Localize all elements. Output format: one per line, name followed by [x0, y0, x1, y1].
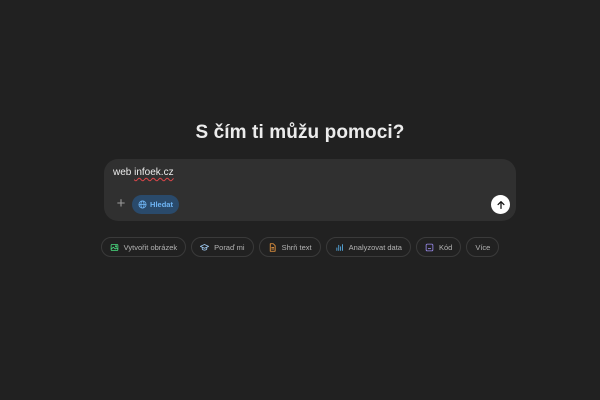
graduation-cap-icon	[200, 243, 210, 251]
send-button[interactable]	[491, 195, 510, 214]
code-icon	[425, 243, 434, 251]
chip-create-image[interactable]: Vytvořit obrázek	[100, 237, 187, 257]
chip-label: Kód	[438, 242, 453, 252]
document-icon	[269, 242, 276, 252]
suggestion-chips: Vytvořit obrázek Poraď mi Shrň text Anal…	[0, 237, 600, 257]
prompt-input-prefix: web	[113, 167, 135, 178]
prompt-input-misspelled-word: infoek.cz	[134, 167, 174, 178]
chip-more[interactable]: Více	[466, 237, 500, 257]
search-web-button[interactable]: Hledat	[132, 195, 179, 214]
chip-label: Shrň text	[281, 242, 312, 252]
prompt-input[interactable]: web infoek.cz	[113, 167, 174, 178]
chip-advise[interactable]: Poraď mi	[191, 237, 254, 257]
chip-analyze-data[interactable]: Analyzovat data	[325, 237, 411, 257]
image-icon	[110, 243, 118, 251]
chip-label: Poraď mi	[214, 242, 245, 252]
app-page: S čím ti můžu pomoci? web infoek.cz + Hl…	[0, 0, 600, 400]
search-web-label: Hledat	[150, 200, 173, 209]
prompt-composer[interactable]: web infoek.cz + Hledat	[104, 159, 516, 221]
chip-label: Vytvořit obrázek	[123, 242, 178, 252]
chip-label: Analyzovat data	[348, 242, 402, 252]
add-attachment-button[interactable]: +	[114, 195, 128, 212]
page-title: S čím ti můžu pomoci?	[195, 122, 405, 143]
plus-icon: +	[116, 195, 126, 212]
chip-summarize-text[interactable]: Shrň text	[258, 237, 321, 257]
chip-label: Více	[475, 242, 491, 252]
bar-chart-icon	[336, 243, 343, 251]
arrow-up-icon	[496, 200, 505, 209]
globe-icon	[138, 200, 147, 209]
chip-code[interactable]: Kód	[415, 237, 462, 257]
